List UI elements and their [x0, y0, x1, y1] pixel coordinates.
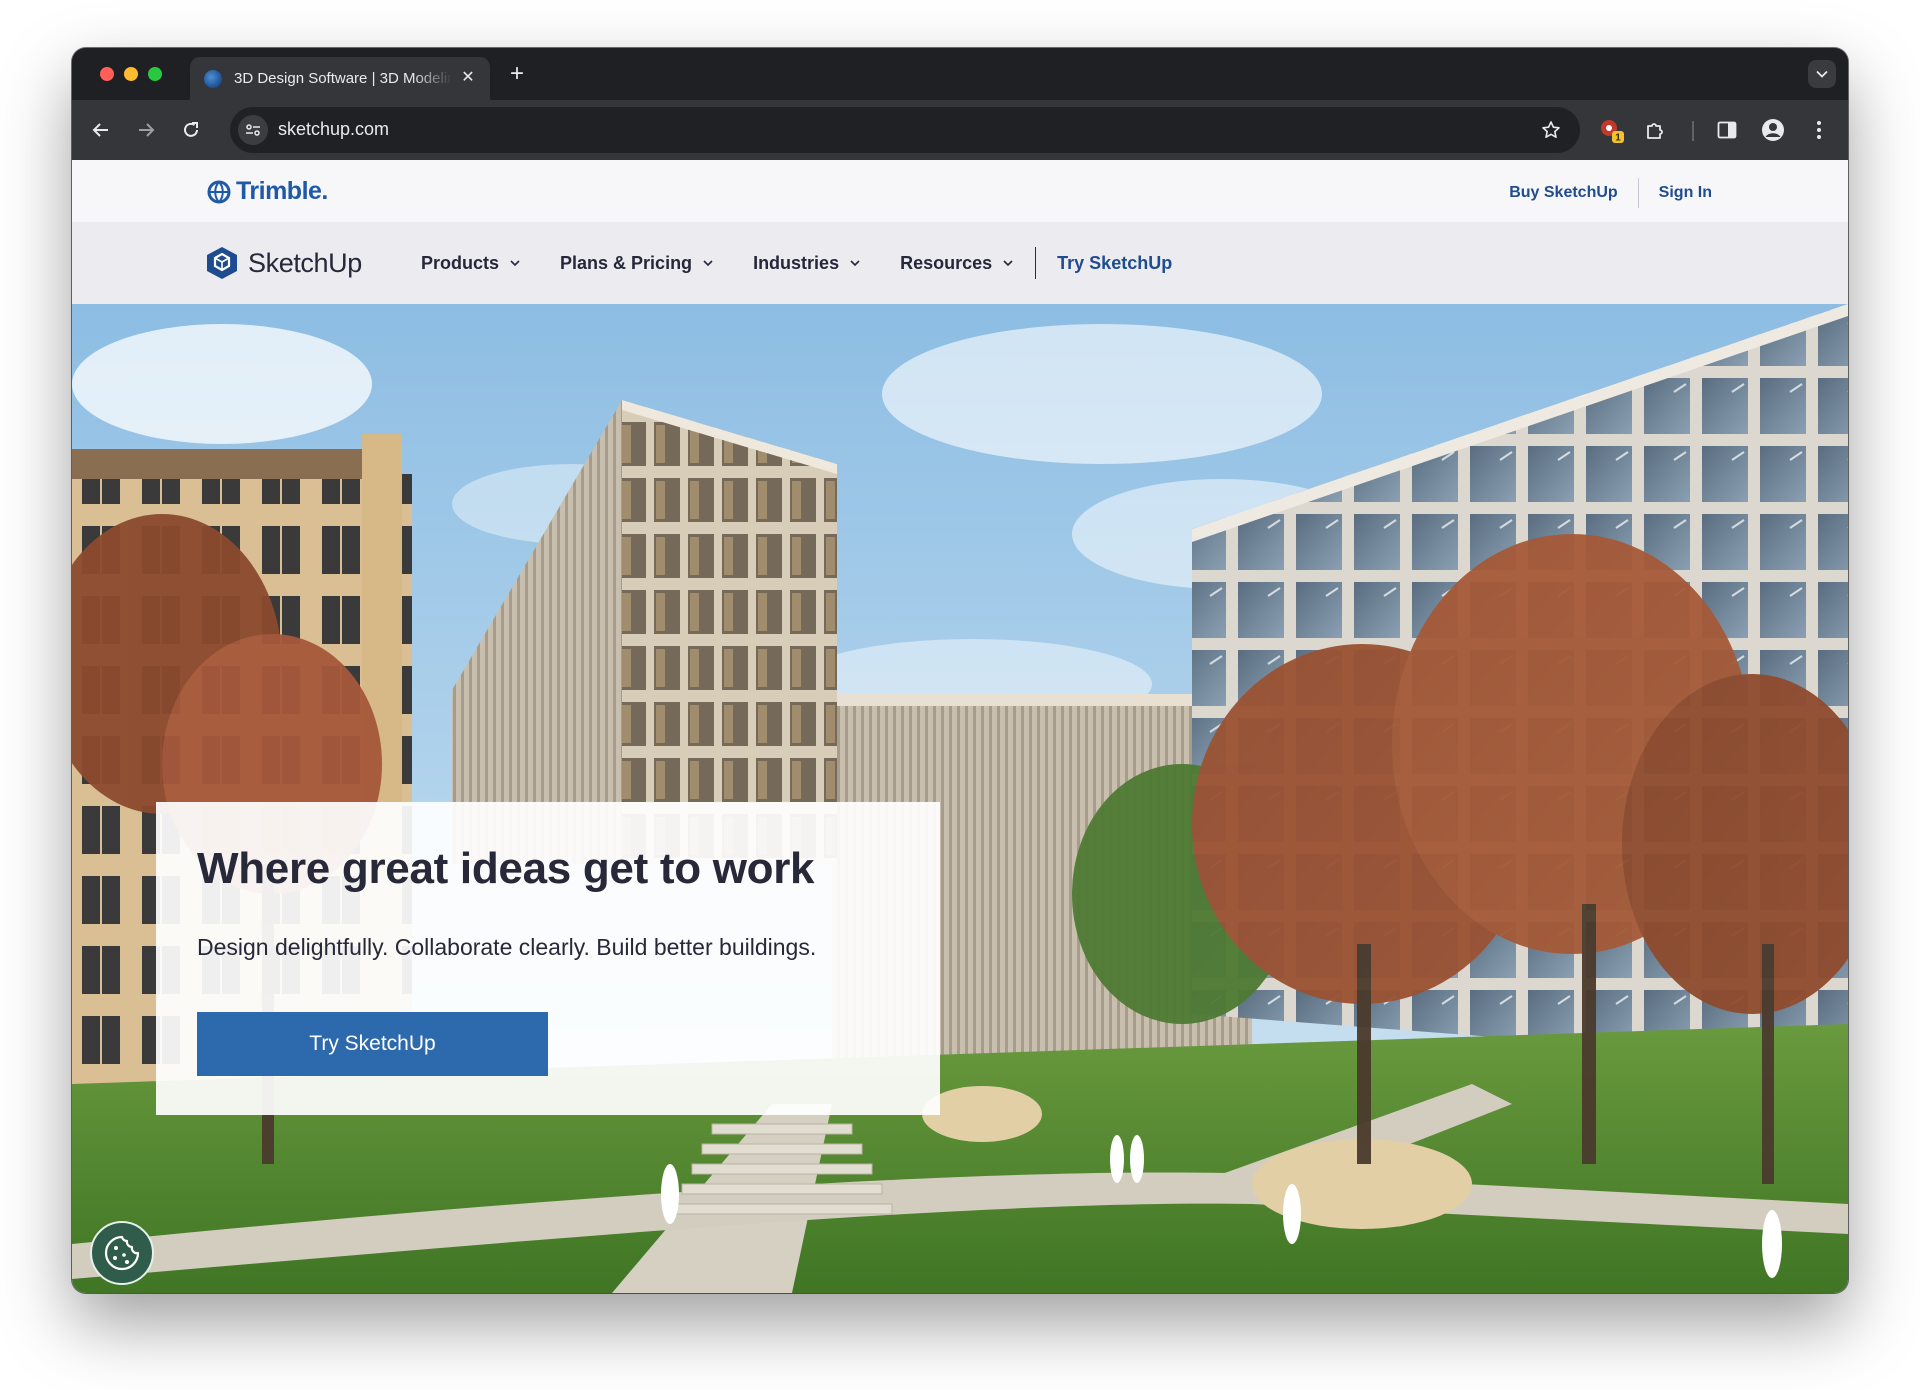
sketchup-favicon-icon [204, 69, 222, 88]
profile-button[interactable] [1758, 115, 1788, 145]
account-links: Buy SketchUp Sign In [1509, 178, 1712, 208]
browser-window: 3D Design Software | 3D Modeling on the … [72, 48, 1848, 1293]
tab-strip: 3D Design Software | 3D Modeling on the … [72, 48, 1848, 100]
puzzle-icon [1647, 123, 1663, 139]
hero-subtitle: Design delightfully. Collaborate clearly… [197, 934, 817, 960]
hero-section: Where great ideas get to work Design del… [72, 304, 1848, 1293]
chevron-down-icon [703, 260, 713, 267]
browser-tab-active[interactable]: 3D Design Software | 3D Modeling on the … [190, 57, 490, 100]
nav-industries-label: Industries [753, 252, 840, 273]
trimble-wordmark: Trimble. [236, 177, 328, 205]
hero-title: Where great ideas get to work [197, 844, 815, 893]
arrow-left-icon [92, 123, 108, 137]
sketchup-logo-icon [207, 247, 237, 279]
try-sketchup-button[interactable]: Try SketchUp [197, 1012, 548, 1076]
more-vertical-icon [1817, 121, 1821, 139]
arrow-right-icon [139, 123, 155, 137]
site-info-button[interactable] [238, 115, 268, 145]
window-controls [100, 67, 162, 81]
nav-resources[interactable]: Resources [900, 253, 1014, 274]
side-panel-button[interactable] [1712, 115, 1742, 145]
nav-industries[interactable]: Industries [753, 253, 861, 274]
buy-sketchup-link[interactable]: Buy SketchUp [1509, 184, 1617, 202]
extension-badge-icon: 1 [1601, 120, 1624, 144]
zoom-window-button[interactable] [148, 67, 162, 81]
cookie-icon [104, 1235, 140, 1271]
forward-button[interactable] [131, 115, 161, 145]
browser-toolbar: sketchup.com 1 [72, 100, 1848, 160]
tab-title: 3D Design Software | 3D Modeling on the … [234, 70, 452, 87]
sketchup-wordmark: SketchUp [248, 247, 362, 278]
reload-button[interactable] [176, 115, 206, 145]
tab-close-icon[interactable]: ✕ [458, 68, 478, 88]
sketchup-logo[interactable]: SketchUp [206, 246, 362, 280]
nav-resources-label: Resources [900, 252, 993, 273]
nav-products[interactable]: Products [421, 253, 521, 274]
browser-menu-button[interactable] [1804, 115, 1834, 145]
star-icon [1542, 121, 1560, 138]
nav-products-label: Products [421, 252, 500, 273]
reload-icon [184, 122, 198, 137]
chevron-down-icon [850, 260, 860, 267]
back-button[interactable] [86, 115, 116, 145]
tune-icon [246, 124, 260, 136]
tab-search-button[interactable] [1808, 60, 1836, 88]
avatar-icon [1762, 119, 1784, 141]
nav-plans-pricing[interactable]: Plans & Pricing [560, 253, 714, 274]
web-page: Trimble. Buy SketchUp Sign In SketchUp P… [72, 160, 1848, 1293]
close-window-button[interactable] [100, 67, 114, 81]
extensions-menu-button[interactable] [1640, 115, 1670, 145]
url-text[interactable]: sketchup.com [278, 119, 389, 140]
extension-badge-count: 1 [1615, 133, 1621, 144]
address-bar[interactable]: sketchup.com [230, 107, 1580, 153]
new-tab-button[interactable]: + [504, 61, 530, 87]
sign-in-link[interactable]: Sign In [1659, 184, 1712, 202]
side-panel-icon [1717, 121, 1737, 139]
trimble-globe-icon [207, 180, 231, 203]
trimble-topbar: Trimble. Buy SketchUp Sign In [72, 160, 1848, 222]
chevron-down-icon [1816, 70, 1828, 78]
cookie-settings-button[interactable] [90, 1221, 154, 1285]
minimize-window-button[interactable] [124, 67, 138, 81]
nav-menu: Products Plans & Pricing Industries Reso… [421, 222, 1172, 304]
bookmark-button[interactable] [1538, 117, 1564, 143]
hero-architecture-image [72, 304, 1848, 1293]
nav-divider [1035, 247, 1037, 279]
chevron-down-icon [1003, 260, 1013, 267]
nav-try-sketchup-link[interactable]: Try SketchUp [1057, 253, 1172, 274]
toplinks-divider [1637, 178, 1639, 208]
nav-plans-pricing-label: Plans & Pricing [560, 252, 693, 273]
hero-card: Where great ideas get to work Design del… [156, 802, 940, 1115]
trimble-logo[interactable]: Trimble. [206, 177, 328, 206]
chevron-down-icon [510, 260, 520, 267]
extension-button[interactable]: 1 [1596, 115, 1626, 145]
main-nav: SketchUp Products Plans & Pricing Indust… [72, 222, 1848, 304]
toolbar-divider [1692, 121, 1694, 141]
